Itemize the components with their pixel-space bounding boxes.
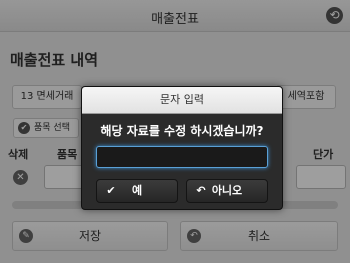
yes-button[interactable]: ✔ 예 xyxy=(96,179,178,203)
dialog-title: 문자 입력 xyxy=(82,87,282,114)
yes-label: 예 xyxy=(131,184,143,197)
dialog-text-input[interactable] xyxy=(96,146,268,168)
undo-icon: ↶ xyxy=(196,184,206,197)
dialog-message: 해당 자료를 수정 하시겠습니까? xyxy=(100,124,264,138)
no-button[interactable]: ↶ 아니오 xyxy=(186,179,268,203)
no-label: 아니오 xyxy=(211,184,243,197)
check-icon: ✔ xyxy=(106,184,116,197)
text-input-dialog: 문자 입력 해당 자료를 수정 하시겠습니까? ✔ 예 ↶ 아니오 xyxy=(81,86,283,210)
